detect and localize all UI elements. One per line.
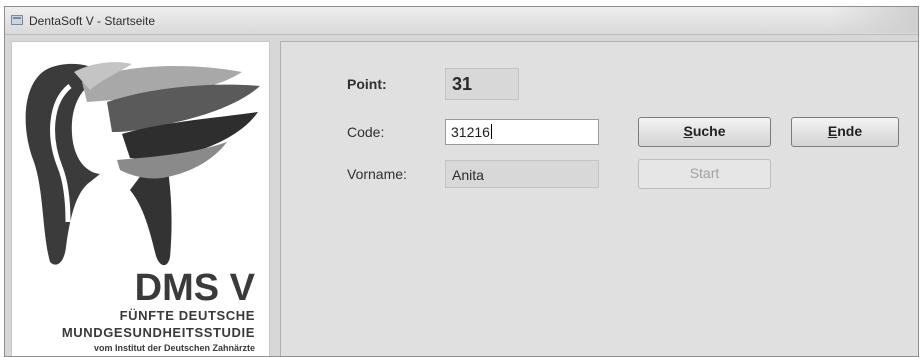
logo-subtitle-line3: vom Institut der Deutschen Zahnärzte (93, 343, 255, 353)
titlebar-fade (828, 7, 918, 33)
code-input-value: 31216 (451, 124, 490, 140)
text-caret (490, 124, 492, 139)
ende-button[interactable]: Ende (791, 117, 899, 147)
vorname-label: Vorname: (347, 166, 407, 182)
logo-subtitle-line2: MUNDGESUNDHEITSSTUDIE (61, 325, 255, 340)
logo-title: DMS V (134, 267, 255, 309)
app-icon (11, 15, 23, 25)
form-panel: Point: 31 Code: 31216 Vorname: Anita Suc… (280, 41, 918, 356)
main-window: DentaSoft V - Startseite DMS V FÜNFTE DE… (4, 6, 919, 357)
point-value: 31 (445, 68, 519, 100)
title-bar[interactable]: DentaSoft V - Startseite (5, 7, 918, 35)
logo-subtitle-line1: FÜNFTE DEUTSCHE (119, 308, 255, 323)
code-label: Code: (347, 124, 385, 140)
suche-button[interactable]: Suche (638, 117, 771, 147)
logo-panel: DMS V FÜNFTE DEUTSCHE MUNDGESUNDHEITSSTU… (11, 41, 270, 356)
vorname-field: Anita (445, 160, 599, 188)
code-input[interactable]: 31216 (445, 119, 599, 145)
point-label: Point: (347, 76, 387, 92)
start-button[interactable]: Start (638, 159, 771, 189)
window-title: DentaSoft V - Startseite (29, 14, 156, 28)
tooth-logo-icon (25, 62, 260, 266)
